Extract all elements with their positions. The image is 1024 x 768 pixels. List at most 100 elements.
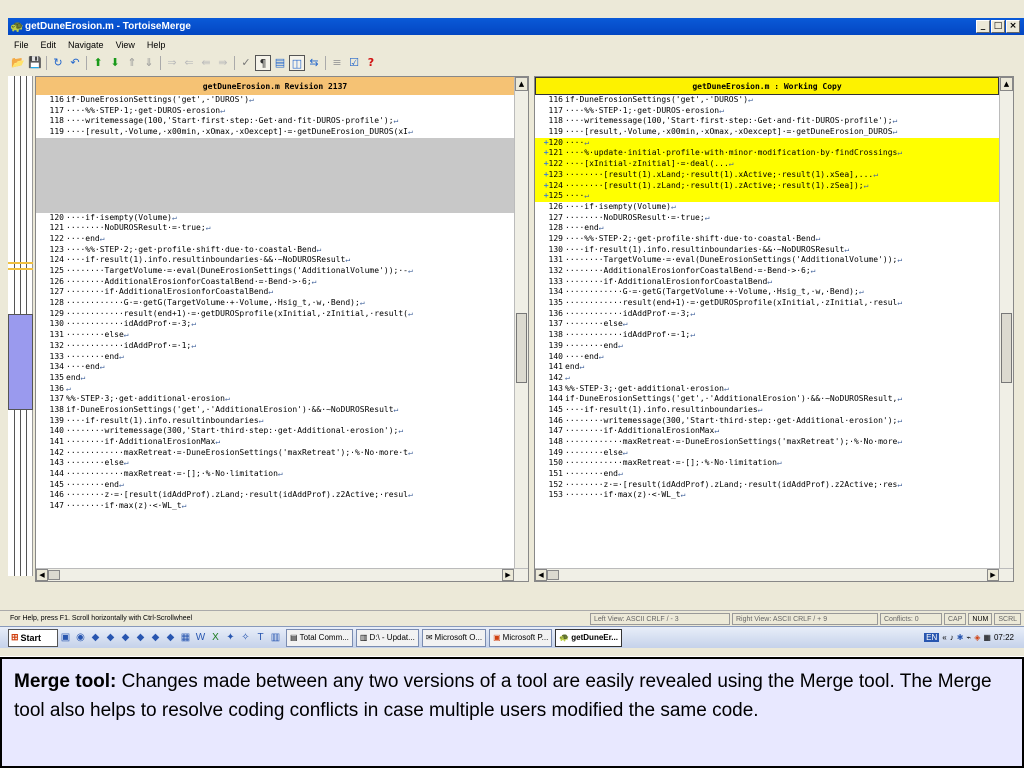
menu-edit[interactable]: Edit bbox=[35, 40, 63, 50]
diff-locator-bar[interactable] bbox=[8, 76, 33, 576]
save-icon[interactable]: ▦ bbox=[178, 630, 193, 645]
code-line[interactable]: 119 ····[result,·Volume,·x00min,·xOmax,·x… bbox=[36, 127, 514, 138]
language-indicator[interactable]: EN bbox=[924, 633, 940, 642]
scroll-right-icon[interactable]: ▶ bbox=[987, 569, 999, 581]
use-both-icon[interactable]: ✓ bbox=[238, 55, 254, 71]
empty-line[interactable] bbox=[36, 201, 514, 213]
code-line[interactable]: 142 ············maxRetreat·=·DuneErosionS… bbox=[36, 448, 514, 459]
close-button[interactable]: × bbox=[1006, 20, 1020, 33]
one-pane-icon[interactable]: ▤ bbox=[272, 55, 288, 71]
app-icon[interactable]: ◆ bbox=[148, 630, 163, 645]
prev-diff-icon[interactable]: ⬇ bbox=[107, 55, 123, 71]
excel-icon[interactable]: X bbox=[208, 630, 223, 645]
code-line[interactable]: 131 ········TargetVolume·=·eval(DuneErosi… bbox=[535, 255, 999, 266]
task-tortoisemerge[interactable]: 🐢 getDuneEr... bbox=[555, 628, 622, 647]
scroll-up-icon[interactable]: ▲ bbox=[515, 77, 528, 91]
added-line[interactable]: +125 ···· ↵ bbox=[535, 191, 999, 202]
app-icon[interactable]: ▥ bbox=[268, 630, 283, 645]
tray-icon[interactable]: « bbox=[942, 633, 946, 642]
code-line[interactable]: 131 ········else ↵ bbox=[36, 330, 514, 341]
code-line[interactable]: 126 ········AdditionalErosionforCoastalBe… bbox=[36, 277, 514, 288]
network-icon[interactable]: ⌁ bbox=[966, 633, 971, 642]
code-line[interactable]: 143 ········else ↵ bbox=[36, 458, 514, 469]
code-line[interactable]: 134 ····end ↵ bbox=[36, 362, 514, 373]
added-line[interactable]: +121 ····%·update·initial·profile·with·mi… bbox=[535, 148, 999, 160]
code-line[interactable]: 136 ↵ bbox=[36, 384, 514, 395]
task-updater[interactable]: ▥ D:\ - Updat... bbox=[355, 628, 419, 647]
code-line[interactable]: 116 if·DuneErosionSettings('get',·'DUROS'… bbox=[535, 95, 999, 106]
left-scroll-thumb[interactable] bbox=[516, 313, 527, 383]
app-icon[interactable]: ◆ bbox=[88, 630, 103, 645]
whitespace-icon[interactable]: ¶ bbox=[255, 55, 271, 71]
code-line[interactable]: 139 ········end ↵ bbox=[535, 341, 999, 352]
code-line[interactable]: 138 ············idAddProf·=·1; ↵ bbox=[535, 330, 999, 341]
code-line[interactable]: 124 ····if·result(1).info.resultinboundar… bbox=[36, 255, 514, 266]
code-line[interactable]: 121 ········NoDUROSResult·=·true; ↵ bbox=[36, 223, 514, 234]
code-line[interactable]: 118 ····writemessage(100,'Start·first·ste… bbox=[535, 116, 999, 127]
shield-icon[interactable]: ◈ bbox=[974, 633, 980, 642]
code-line[interactable]: 117 ····%%·STEP·1;·get·DUROS·erosion ↵ bbox=[535, 106, 999, 117]
code-line[interactable]: 116 if·DuneErosionSettings('get',·'DUROS'… bbox=[36, 95, 514, 106]
code-line[interactable]: 143 %%·STEP·3;·get·additional·erosion ↵ bbox=[535, 384, 999, 395]
empty-line[interactable] bbox=[36, 169, 514, 181]
code-line[interactable]: 150 ············maxRetreat·=·[];·%·No·lim… bbox=[535, 458, 999, 469]
code-line[interactable]: 123 ····%%·STEP·2;·get·profile·shift·due·… bbox=[36, 245, 514, 256]
code-line[interactable]: 138 if·DuneErosionSettings('get',·'Additi… bbox=[36, 405, 514, 416]
last-diff-icon[interactable]: ⇓ bbox=[141, 55, 157, 71]
code-line[interactable]: 127 ········NoDUROSResult·=·true; ↵ bbox=[535, 213, 999, 224]
bluetooth-icon[interactable]: ✱ bbox=[957, 633, 964, 642]
code-line[interactable]: 146 ········writemessage(300,'Start·third… bbox=[535, 416, 999, 427]
word-icon[interactable]: W bbox=[193, 630, 208, 645]
settings-icon[interactable]: ☑ bbox=[346, 55, 362, 71]
task-outlook[interactable]: ✉ Microsoft O... bbox=[421, 628, 487, 647]
code-line[interactable]: 147 ········if·AdditionalErosionMax ↵ bbox=[535, 426, 999, 437]
code-line[interactable]: 153 ········if·max(z)·<·WL_t ↵ bbox=[535, 490, 999, 501]
code-line[interactable]: 127 ········if·AdditionalErosionforCoasta… bbox=[36, 287, 514, 298]
code-line[interactable]: 137 ········else ↵ bbox=[535, 319, 999, 330]
added-line[interactable]: +122 ····[xInitial·zInitial]·=·deal(... ↵ bbox=[535, 159, 999, 170]
code-line[interactable]: 122 ····end ↵ bbox=[36, 234, 514, 245]
code-line[interactable]: 148 ············maxRetreat·=·DuneErosionS… bbox=[535, 437, 999, 448]
left-horizontal-scrollbar[interactable]: ◀ ▶ bbox=[36, 568, 528, 581]
code-line[interactable]: 129 ············result(end+1)·=·getDUROSp… bbox=[36, 309, 514, 320]
added-line[interactable]: +120 ···· ↵ bbox=[535, 137, 999, 149]
code-line[interactable]: 141 end ↵ bbox=[535, 362, 999, 373]
code-line[interactable]: 133 ········end ↵ bbox=[36, 352, 514, 363]
code-line[interactable]: 135 ············result(end+1)·=·getDUROSp… bbox=[535, 298, 999, 309]
scroll-up-icon[interactable]: ▲ bbox=[1000, 77, 1013, 91]
code-line[interactable]: 144 if·DuneErosionSettings('get',·'Additi… bbox=[535, 394, 999, 405]
code-line[interactable]: 130 ············idAddProf·=·3; ↵ bbox=[36, 319, 514, 330]
code-line[interactable]: 151 ········end ↵ bbox=[535, 469, 999, 480]
switch-icon[interactable]: ⇆ bbox=[306, 55, 322, 71]
code-line[interactable]: 133 ········if·AdditionalErosionforCoasta… bbox=[535, 277, 999, 288]
app-icon[interactable]: ◆ bbox=[163, 630, 178, 645]
prev-conflict-icon[interactable]: ⇐ bbox=[181, 55, 197, 71]
undo-icon[interactable]: ↶ bbox=[67, 55, 83, 71]
code-line[interactable]: 117 ····%%·STEP·1;·get·DUROS·erosion ↵ bbox=[36, 106, 514, 117]
right-vertical-scrollbar[interactable]: ▲ bbox=[999, 77, 1013, 569]
right-code-view[interactable]: 116 if·DuneErosionSettings('get',·'DUROS'… bbox=[535, 95, 999, 565]
use-left-icon[interactable]: ⇚ bbox=[198, 55, 214, 71]
code-line[interactable]: 152 ········z·=·[result(idAddProf).zLand;… bbox=[535, 480, 999, 491]
empty-line[interactable] bbox=[36, 148, 514, 160]
menu-view[interactable]: View bbox=[110, 40, 141, 50]
use-right-icon[interactable]: ⇛ bbox=[215, 55, 231, 71]
task-powerpoint[interactable]: ▣ Microsoft P... bbox=[489, 628, 553, 647]
scroll-right-icon[interactable]: ▶ bbox=[502, 569, 514, 581]
empty-line[interactable] bbox=[36, 137, 514, 149]
code-line[interactable]: 135 end ↵ bbox=[36, 373, 514, 384]
code-line[interactable]: 118 ····writemessage(100,'Start·first·ste… bbox=[36, 116, 514, 127]
right-horizontal-scrollbar[interactable]: ◀ ▶ bbox=[535, 568, 1013, 581]
code-line[interactable]: 132 ········AdditionalErosionforCoastalBe… bbox=[535, 266, 999, 277]
code-line[interactable]: 126 ····if·isempty(Volume) ↵ bbox=[535, 202, 999, 213]
code-line[interactable]: 134 ············G·=·getG(TargetVolume·+·V… bbox=[535, 287, 999, 298]
first-diff-icon[interactable]: ⇑ bbox=[124, 55, 140, 71]
code-line[interactable]: 119 ····[result,·Volume,·x00min,·xOmax,·x… bbox=[535, 127, 999, 138]
next-diff-icon[interactable]: ⬆ bbox=[90, 55, 106, 71]
scroll-left-icon[interactable]: ◀ bbox=[36, 569, 48, 581]
code-line[interactable]: 139 ····if·result(1).info.resultinboundar… bbox=[36, 416, 514, 427]
empty-line[interactable] bbox=[36, 159, 514, 170]
clock[interactable]: 07:22 bbox=[994, 633, 1014, 642]
menu-file[interactable]: File bbox=[8, 40, 35, 50]
code-line[interactable]: 136 ············idAddProf·=·3; ↵ bbox=[535, 309, 999, 320]
